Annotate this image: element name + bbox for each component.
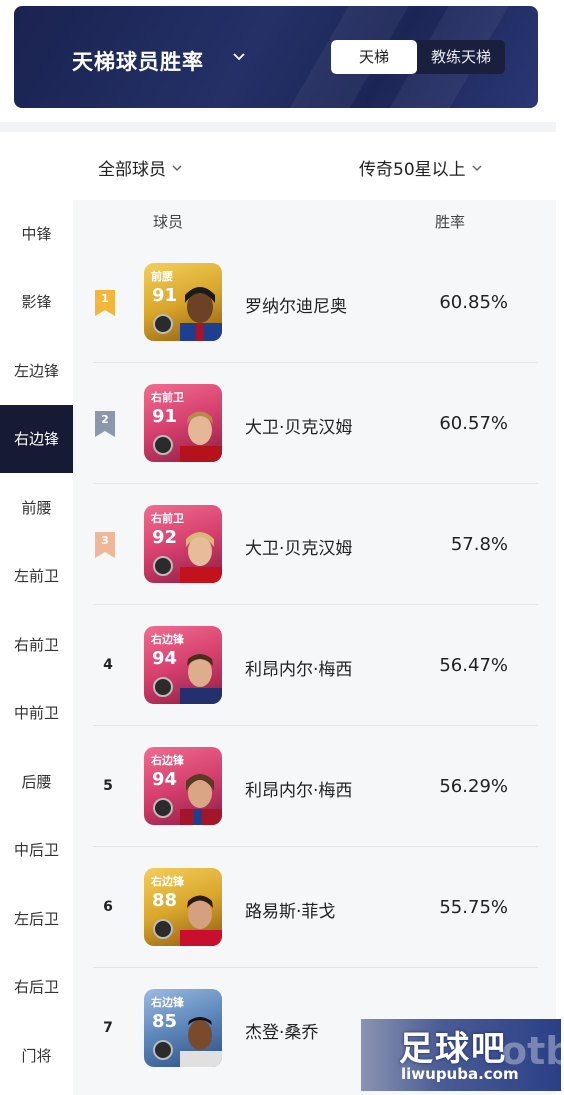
legend-badge-icon bbox=[153, 556, 173, 576]
player-card: 前腰 91 bbox=[144, 263, 222, 341]
card-position: 前腰 bbox=[151, 270, 173, 283]
rank-number: 6 bbox=[103, 899, 113, 915]
card-position: 右边锋 bbox=[151, 875, 184, 888]
section-divider bbox=[0, 122, 556, 132]
level-filter-label: 传奇50星以上 bbox=[359, 160, 466, 180]
sidebar-item-lb[interactable]: 左后卫 bbox=[0, 885, 73, 953]
sidebar-item-cmf[interactable]: 中前卫 bbox=[0, 679, 73, 747]
player-name: 大卫·贝克汉姆 bbox=[245, 418, 353, 438]
win-rate: 55.75% bbox=[439, 897, 508, 918]
win-rate: 56.29% bbox=[439, 776, 508, 797]
rank-number: 3 bbox=[101, 534, 109, 547]
player-portrait bbox=[180, 411, 222, 462]
rank-number: 1 bbox=[101, 292, 109, 305]
sidebar-item-rmf[interactable]: 右前卫 bbox=[0, 611, 73, 679]
sidebar-item-rwf[interactable]: 右边锋 bbox=[0, 405, 73, 473]
player-name: 路易斯·菲戈 bbox=[245, 902, 336, 922]
player-name: 利昂内尔·梅西 bbox=[245, 781, 353, 801]
sidebar-item-ss[interactable]: 影锋 bbox=[0, 268, 73, 336]
table-row[interactable]: 2 右前卫 91 大卫·贝克汉姆 60.57% bbox=[93, 363, 556, 484]
player-portrait bbox=[180, 654, 222, 704]
win-rate: 57.8% bbox=[450, 534, 508, 555]
rank-number: 4 bbox=[103, 657, 113, 673]
legend-badge-icon bbox=[153, 314, 173, 334]
sidebar-item-rb[interactable]: 右后卫 bbox=[0, 953, 73, 1021]
sidebar-item-amf[interactable]: 前腰 bbox=[0, 474, 73, 542]
sidebar-item-dmf[interactable]: 后腰 bbox=[0, 748, 73, 816]
sidebar-item-cf[interactable]: 中锋 bbox=[0, 200, 73, 268]
sidebar-item-cb[interactable]: 中后卫 bbox=[0, 816, 73, 884]
sidebar-item-gk[interactable]: 门将 bbox=[0, 1022, 73, 1090]
player-filter-label: 全部球员 bbox=[98, 160, 166, 180]
player-portrait bbox=[180, 774, 222, 825]
rank-flag-gold: 1 bbox=[95, 290, 115, 316]
player-name: 大卫·贝克汉姆 bbox=[245, 539, 353, 559]
card-rating: 85 bbox=[152, 1011, 178, 1032]
rank-number: 7 bbox=[103, 1020, 113, 1036]
card-rating: 91 bbox=[152, 406, 178, 427]
player-card: 右边锋 94 bbox=[144, 747, 222, 825]
card-rating: 92 bbox=[152, 527, 178, 548]
site-watermark: otba 足球吧 liwupuba.com bbox=[361, 1019, 561, 1091]
player-portrait bbox=[180, 895, 222, 946]
table-row[interactable]: 1 前腰 91 罗纳尔迪尼奥 60.85% bbox=[93, 242, 556, 363]
player-card: 右前卫 91 bbox=[144, 384, 222, 462]
rank-number: 2 bbox=[101, 413, 109, 426]
header-banner: 天梯球员胜率 天梯 教练天梯 bbox=[14, 6, 538, 108]
rank-flag-silver: 2 bbox=[95, 411, 115, 437]
card-rating: 91 bbox=[152, 285, 178, 306]
player-name: 利昂内尔·梅西 bbox=[245, 660, 353, 680]
win-rate: 60.57% bbox=[439, 413, 508, 434]
card-position: 右前卫 bbox=[151, 512, 184, 525]
tab-coach-ladder[interactable]: 教练天梯 bbox=[417, 40, 505, 74]
watermark-title: 足球吧 bbox=[399, 1029, 507, 1069]
rank-number: 5 bbox=[103, 778, 113, 794]
table-row[interactable]: 5 右边锋 94 利昂内尔·梅西 56.29% bbox=[93, 726, 556, 847]
player-filter-dropdown[interactable]: 全部球员 bbox=[98, 155, 183, 180]
position-sidebar: 中锋 影锋 左边锋 右边锋 前腰 左前卫 右前卫 中前卫 后腰 中后卫 左后卫 … bbox=[0, 200, 73, 1095]
player-portrait bbox=[180, 1017, 222, 1067]
watermark-url: liwupuba.com bbox=[401, 1065, 519, 1083]
card-position: 右边锋 bbox=[151, 996, 184, 1009]
table-row[interactable]: 4 右边锋 94 利昂内尔·梅西 56.47% bbox=[93, 605, 556, 726]
legend-badge-icon bbox=[153, 1040, 173, 1060]
legend-badge-icon bbox=[153, 435, 173, 455]
sidebar-item-lwf[interactable]: 左边锋 bbox=[0, 337, 73, 405]
sidebar-item-lmf[interactable]: 左前卫 bbox=[0, 542, 73, 610]
chevron-down-icon bbox=[472, 164, 482, 171]
player-name: 罗纳尔迪尼奥 bbox=[245, 297, 347, 317]
legend-badge-icon bbox=[153, 919, 173, 939]
chevron-down-icon bbox=[172, 164, 182, 171]
column-header-rate: 胜率 bbox=[435, 213, 466, 231]
level-filter-dropdown[interactable]: 传奇50星以上 bbox=[359, 155, 483, 180]
player-portrait bbox=[180, 287, 222, 341]
column-header-player: 球员 bbox=[153, 213, 184, 231]
card-rating: 94 bbox=[152, 769, 178, 790]
legend-badge-icon bbox=[153, 677, 173, 697]
ladder-tab-switch: 天梯 教练天梯 bbox=[331, 40, 505, 74]
card-position: 右边锋 bbox=[151, 633, 184, 646]
card-rating: 94 bbox=[152, 648, 178, 669]
player-card: 右边锋 85 bbox=[144, 989, 222, 1067]
tab-ladder[interactable]: 天梯 bbox=[331, 40, 417, 74]
rank-flag-bronze: 3 bbox=[95, 532, 115, 558]
card-rating: 88 bbox=[152, 890, 178, 911]
win-rate: 56.47% bbox=[439, 655, 508, 676]
table-row[interactable]: 6 右边锋 88 路易斯·菲戈 55.75% bbox=[93, 847, 556, 968]
card-position: 右边锋 bbox=[151, 754, 184, 767]
player-portrait bbox=[180, 532, 222, 583]
legend-badge-icon bbox=[153, 798, 173, 818]
win-rate-table: 球员 胜率 1 前腰 91 罗纳尔迪尼奥 60.85% 2 右前卫 91 大卫·… bbox=[73, 200, 556, 1095]
win-rate: 60.85% bbox=[439, 292, 508, 313]
table-row[interactable]: 3 右前卫 92 大卫·贝克汉姆 57.8% bbox=[93, 484, 556, 605]
chevron-down-icon[interactable] bbox=[232, 50, 246, 64]
player-name: 杰登·桑乔 bbox=[245, 1023, 319, 1043]
player-card: 右前卫 92 bbox=[144, 505, 222, 583]
player-card: 右边锋 94 bbox=[144, 626, 222, 704]
player-card: 右边锋 88 bbox=[144, 868, 222, 946]
page-title[interactable]: 天梯球员胜率 bbox=[72, 46, 204, 76]
card-position: 右前卫 bbox=[151, 391, 184, 404]
